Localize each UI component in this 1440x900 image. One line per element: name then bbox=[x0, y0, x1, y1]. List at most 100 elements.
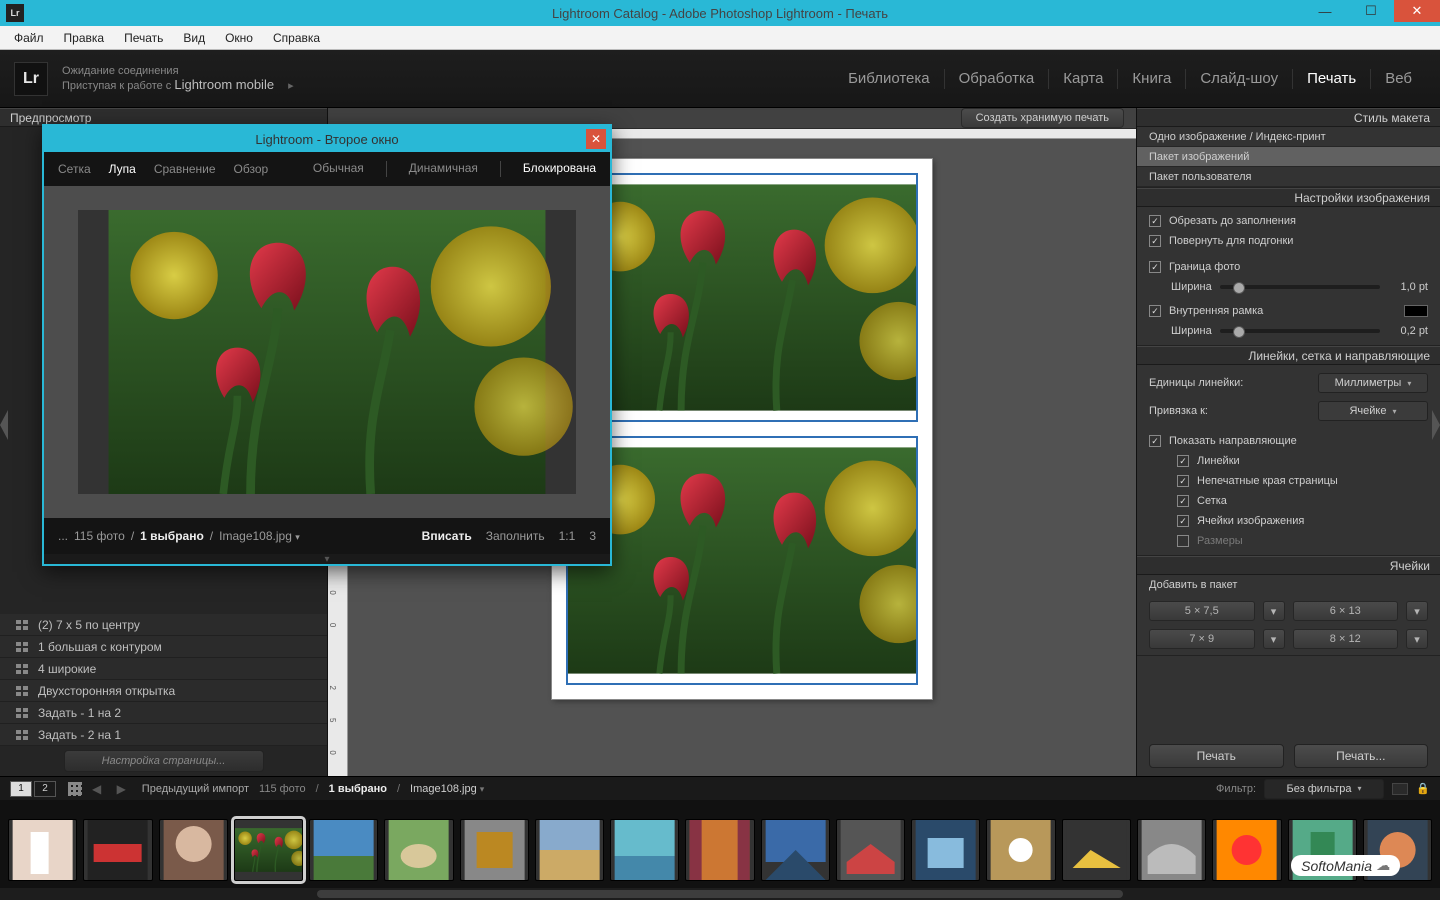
menu-file[interactable]: Файл bbox=[6, 28, 52, 48]
sw-tab-loupe[interactable]: Лупа bbox=[109, 162, 136, 176]
cell-size-button[interactable]: 5 × 7,5 bbox=[1149, 601, 1255, 621]
sw-filename[interactable]: Image108.jpg ▾ bbox=[219, 529, 300, 543]
filmstrip-thumb[interactable] bbox=[1137, 819, 1206, 881]
guide-grid-checkbox[interactable] bbox=[1177, 495, 1189, 507]
inner-stroke-color[interactable] bbox=[1404, 305, 1428, 317]
filmstrip-thumb[interactable] bbox=[761, 819, 830, 881]
filmstrip-scrollbar[interactable] bbox=[0, 888, 1440, 900]
minimize-button[interactable]: — bbox=[1302, 0, 1348, 22]
section-layout-style[interactable]: Стиль макета bbox=[1137, 108, 1440, 127]
filmstrip-thumb[interactable] bbox=[8, 819, 77, 881]
menu-window[interactable]: Окно bbox=[217, 28, 261, 48]
create-saved-print-button[interactable]: Создать хранимую печать bbox=[961, 108, 1124, 128]
menu-help[interactable]: Справка bbox=[265, 28, 328, 48]
layout-option[interactable]: Пакет пользователя bbox=[1137, 167, 1440, 187]
template-item[interactable]: 4 широкие bbox=[0, 658, 327, 680]
filmstrip-thumb[interactable] bbox=[836, 819, 905, 881]
filter-lock-icon[interactable]: 🔒 bbox=[1416, 782, 1430, 796]
filmstrip-thumb[interactable] bbox=[911, 819, 980, 881]
print-dialog-button[interactable]: Печать... bbox=[1294, 744, 1429, 768]
cell-size-dd[interactable]: ▾ bbox=[1263, 601, 1285, 621]
inner-stroke-checkbox[interactable] bbox=[1149, 305, 1161, 317]
filmstrip-thumb[interactable] bbox=[234, 819, 303, 881]
cell-size-dd[interactable]: ▾ bbox=[1406, 629, 1428, 649]
filmstrip-thumb[interactable] bbox=[535, 819, 604, 881]
cell-size-dd[interactable]: ▾ bbox=[1406, 601, 1428, 621]
secondary-notch[interactable]: ▾ bbox=[44, 554, 610, 564]
secondary-close-button[interactable]: ✕ bbox=[586, 129, 606, 149]
grid-icon[interactable] bbox=[68, 782, 82, 796]
scrollbar-thumb[interactable] bbox=[317, 890, 1123, 898]
section-cells[interactable]: Ячейки bbox=[1137, 556, 1440, 575]
module-library[interactable]: Библиотека bbox=[834, 69, 945, 89]
maximize-button[interactable]: ☐ bbox=[1348, 0, 1394, 22]
menu-edit[interactable]: Правка bbox=[56, 28, 113, 48]
filter-flag-icon[interactable] bbox=[1392, 783, 1408, 795]
page-setup-button[interactable]: Настройка страницы... bbox=[64, 750, 264, 772]
close-button[interactable]: ✕ bbox=[1394, 0, 1440, 22]
zoom-1to1[interactable]: 1:1 bbox=[559, 529, 576, 543]
ruler-units-dropdown[interactable]: Миллиметры bbox=[1318, 373, 1428, 393]
cell-size-button[interactable]: 8 × 12 bbox=[1293, 629, 1399, 649]
filmstrip-thumb[interactable] bbox=[1212, 819, 1281, 881]
filmstrip-thumb[interactable] bbox=[610, 819, 679, 881]
template-item[interactable]: (2) 7 x 5 по центру bbox=[0, 614, 327, 636]
template-item[interactable]: Задать - 1 на 2 bbox=[0, 702, 327, 724]
section-image-settings[interactable]: Настройки изображения bbox=[1137, 188, 1440, 207]
current-filename[interactable]: Image108.jpg ▾ bbox=[410, 783, 484, 795]
module-book[interactable]: Книга bbox=[1118, 69, 1186, 89]
secondary-titlebar[interactable]: Lightroom - Второе окно ✕ bbox=[44, 126, 610, 152]
inner-width-slider[interactable] bbox=[1220, 329, 1380, 333]
secondary-window[interactable]: Lightroom - Второе окно ✕ Сетка Лупа Сра… bbox=[42, 124, 612, 566]
layout-option[interactable]: Одно изображение / Индекс-принт bbox=[1137, 127, 1440, 147]
cell-size-button[interactable]: 7 × 9 bbox=[1149, 629, 1255, 649]
secondary-loupe-image[interactable] bbox=[78, 210, 576, 494]
sw-tab-grid[interactable]: Сетка bbox=[58, 162, 91, 176]
template-item[interactable]: 1 большая с контуром bbox=[0, 636, 327, 658]
template-item[interactable]: Задать - 2 на 1 bbox=[0, 724, 327, 746]
show-guides-checkbox[interactable] bbox=[1149, 435, 1161, 447]
filmstrip-thumb[interactable] bbox=[685, 819, 754, 881]
cell-size-dd[interactable]: ▾ bbox=[1263, 629, 1285, 649]
layout-option[interactable]: Пакет изображений bbox=[1137, 147, 1440, 167]
print-cell-2[interactable] bbox=[566, 436, 918, 685]
module-map[interactable]: Карта bbox=[1049, 69, 1118, 89]
filmstrip-thumb[interactable] bbox=[83, 819, 152, 881]
rotate-to-fit-checkbox[interactable] bbox=[1149, 235, 1161, 247]
sw-tab-compare[interactable]: Сравнение bbox=[154, 162, 216, 176]
filmstrip-thumb[interactable] bbox=[1062, 819, 1131, 881]
zoom-fit[interactable]: Вписать bbox=[422, 529, 472, 543]
monitor-switch[interactable]: 12 bbox=[10, 781, 58, 797]
filmstrip-thumb[interactable] bbox=[309, 819, 378, 881]
filmstrip[interactable] bbox=[0, 800, 1440, 900]
module-print[interactable]: Печать bbox=[1293, 69, 1371, 89]
guide-dims-checkbox[interactable] bbox=[1177, 535, 1189, 547]
print-cell-1[interactable] bbox=[566, 173, 918, 422]
crop-to-fill-checkbox[interactable] bbox=[1149, 215, 1161, 227]
lightroom-mobile-link[interactable]: Lightroom mobile bbox=[174, 77, 274, 92]
template-item[interactable]: Двухсторонняя открытка bbox=[0, 680, 327, 702]
sw-tab-live[interactable]: Динамичная bbox=[409, 161, 478, 177]
filmstrip-thumb[interactable] bbox=[384, 819, 453, 881]
photo-border-checkbox[interactable] bbox=[1149, 261, 1161, 273]
module-develop[interactable]: Обработка bbox=[945, 69, 1050, 89]
print-button[interactable]: Печать bbox=[1149, 744, 1284, 768]
sw-tab-locked[interactable]: Блокирована bbox=[523, 161, 596, 177]
guide-rulers-checkbox[interactable] bbox=[1177, 455, 1189, 467]
nav-arrows[interactable]: ◀ ▶ bbox=[92, 782, 132, 796]
filmstrip-thumb[interactable] bbox=[159, 819, 228, 881]
guide-bleed-checkbox[interactable] bbox=[1177, 475, 1189, 487]
filter-dropdown[interactable]: Без фильтра bbox=[1264, 779, 1384, 799]
menu-print[interactable]: Печать bbox=[116, 28, 171, 48]
zoom-fill[interactable]: Заполнить bbox=[486, 529, 545, 543]
zoom-3[interactable]: 3 bbox=[589, 529, 596, 543]
cell-size-button[interactable]: 6 × 13 bbox=[1293, 601, 1399, 621]
border-width-slider[interactable] bbox=[1220, 285, 1380, 289]
sw-tab-normal[interactable]: Обычная bbox=[313, 161, 364, 177]
module-web[interactable]: Веб bbox=[1371, 69, 1426, 89]
snap-to-dropdown[interactable]: Ячейке bbox=[1318, 401, 1428, 421]
module-slideshow[interactable]: Слайд-шоу bbox=[1186, 69, 1293, 89]
menu-view[interactable]: Вид bbox=[175, 28, 213, 48]
guide-cells-checkbox[interactable] bbox=[1177, 515, 1189, 527]
filmstrip-thumb[interactable] bbox=[460, 819, 529, 881]
